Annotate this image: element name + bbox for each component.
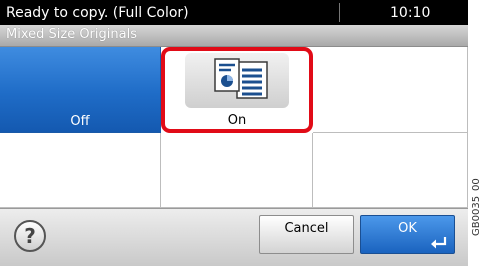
- empty-cell-bottom-left: [0, 133, 161, 208]
- empty-cell-bottom-middle: [161, 133, 313, 208]
- bottom-bar: ? Cancel OK: [0, 208, 468, 266]
- on-option-button[interactable]: On: [161, 47, 313, 133]
- status-time: 10:10: [390, 5, 431, 21]
- copy-settings-screen: Ready to copy. (Full Color) 10:10 Mixed …: [0, 0, 468, 266]
- title-bar: Mixed Size Originals: [0, 25, 468, 47]
- empty-cell-bottom-right: [313, 133, 468, 208]
- empty-cell-top-right: [313, 47, 468, 133]
- cancel-label: Cancel: [284, 221, 329, 236]
- ok-button[interactable]: OK: [360, 215, 455, 254]
- mixed-size-originals-icon: [185, 53, 289, 108]
- off-option-label: Off: [70, 114, 90, 129]
- page-title: Mixed Size Originals: [6, 27, 137, 42]
- ok-label: OK: [398, 221, 417, 236]
- on-option-label: On: [227, 113, 247, 128]
- help-button[interactable]: ?: [14, 220, 46, 252]
- status-divider: [339, 3, 340, 22]
- enter-icon: [431, 237, 447, 249]
- help-icon: ?: [24, 224, 36, 248]
- off-option-button[interactable]: Off: [0, 47, 161, 133]
- status-message: Ready to copy. (Full Color): [6, 5, 189, 21]
- status-bar: Ready to copy. (Full Color) 10:10: [0, 0, 468, 25]
- figure-code: GB0035_00: [471, 178, 480, 236]
- cancel-button[interactable]: Cancel: [259, 215, 354, 254]
